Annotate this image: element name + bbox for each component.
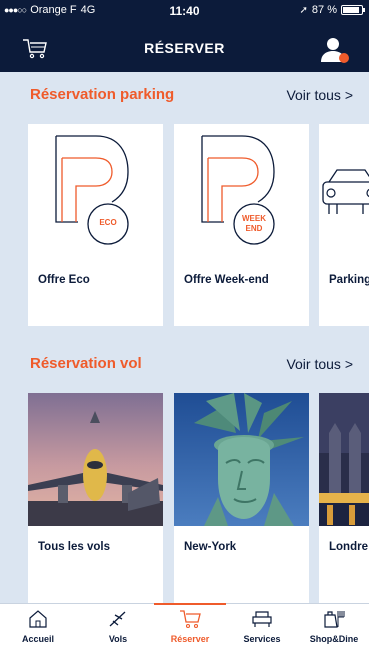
card-label: Offre Week-end — [184, 274, 269, 286]
plane-icon — [109, 611, 126, 627]
parking-card-weekend[interactable]: WEEK END Offre Week-end — [174, 124, 309, 326]
card-label: Londre — [329, 541, 368, 553]
parking-card-parking[interactable]: Parking — [319, 124, 369, 326]
flight-see-all-link[interactable]: Voir tous > — [286, 356, 353, 372]
tab-label: Shop&Dine — [309, 634, 359, 644]
tab-label: Réserver — [170, 634, 210, 644]
tab-accueil[interactable]: Accueil — [8, 604, 68, 646]
flight-card-new-york[interactable]: New-York — [174, 393, 309, 603]
tab-reserver[interactable]: Réserver — [160, 604, 220, 646]
eco-badge: ECO — [99, 218, 117, 227]
battery-icon — [341, 5, 365, 15]
statue-of-liberty-photo — [174, 393, 309, 526]
shop-icon — [324, 611, 345, 628]
user-profile-icon[interactable] — [319, 36, 351, 64]
parking-cards-row[interactable]: ECO Offre Eco WEEK END Offre Week-end Pa… — [0, 124, 369, 326]
parking-card-eco[interactable]: ECO Offre Eco — [28, 124, 163, 326]
home-icon — [29, 610, 47, 628]
battery-info: ➚ 87 % — [299, 4, 365, 16]
parking-see-all-link[interactable]: Voir tous > — [286, 87, 353, 103]
flight-card-london[interactable]: Londre — [319, 393, 369, 603]
cart-icon — [180, 610, 201, 629]
tab-services[interactable]: Services — [232, 604, 292, 646]
page-title: RÉSERVER — [144, 40, 225, 56]
tab-label: Vols — [108, 634, 128, 644]
bottom-tab-bar: Accueil Vols Réserver Services Shop&Dine — [0, 603, 369, 646]
armchair-icon — [252, 611, 272, 627]
parking-weekend-icon — [201, 135, 275, 245]
tab-label: Services — [243, 634, 281, 644]
tower-bridge-photo — [319, 393, 369, 526]
flight-section-title: Réservation vol — [30, 355, 142, 372]
tab-label: Accueil — [21, 634, 54, 644]
parking-eco-icon — [55, 135, 129, 245]
card-label: Offre Eco — [38, 274, 90, 286]
airplane-photo — [28, 393, 163, 526]
card-label: Tous les vols — [38, 541, 111, 553]
battery-percent: 87 % — [311, 4, 337, 16]
flight-cards-row[interactable]: Tous les vols New-York Londre — [0, 393, 369, 603]
tab-shop-dine[interactable]: Shop&Dine — [302, 604, 366, 646]
top-bar: ●●●○○ Orange F 4G 11:40 ➚ 87 % RÉSERVER — [0, 0, 369, 72]
weekend-badge-line1: WEEK — [242, 214, 266, 223]
flight-card-all[interactable]: Tous les vols — [28, 393, 163, 603]
parking-section-title: Réservation parking — [30, 86, 175, 103]
weekend-badge: WEEK END — [234, 214, 274, 234]
card-label: New-York — [184, 541, 237, 553]
location-icon: ➚ — [299, 4, 308, 16]
status-bar: ●●●○○ Orange F 4G 11:40 ➚ 87 % — [0, 0, 369, 22]
card-label: Parking — [329, 274, 369, 286]
weekend-badge-line2: END — [245, 224, 263, 233]
tab-vols[interactable]: Vols — [88, 604, 148, 646]
car-icon — [322, 169, 369, 214]
